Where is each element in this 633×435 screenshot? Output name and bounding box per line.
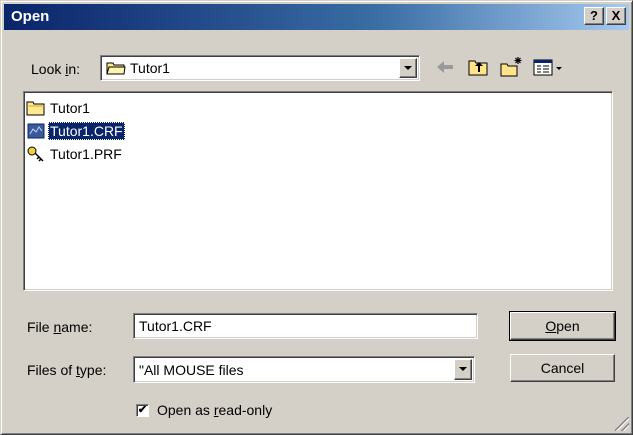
read-only-checkbox[interactable]: ✔ (136, 404, 149, 417)
file-item-label: Tutor1 (50, 100, 90, 116)
file-name-value: Tutor1.CRF (139, 318, 212, 334)
look-in-combo[interactable]: Tutor1 (100, 55, 420, 81)
file-item-tutor1-crf[interactable]: Tutor1.CRF (26, 121, 125, 141)
file-item-label: Tutor1.CRF (48, 122, 125, 140)
files-of-type-label: Files of type: (27, 362, 107, 378)
files-of-type-dropdown-button[interactable] (454, 359, 472, 380)
open-button[interactable]: Open (509, 311, 616, 341)
file-list[interactable]: Tutor1 Tutor1.CRF Tutor1.PRF (23, 91, 613, 291)
resize-grip-icon[interactable] (615, 417, 629, 431)
file-item-tutor1-folder[interactable]: Tutor1 (26, 98, 92, 118)
cancel-button[interactable]: Cancel (510, 354, 615, 382)
read-only-label[interactable]: Open as read-only (157, 402, 272, 418)
look-in-label: Look in: (31, 61, 81, 77)
look-in-dropdown-button[interactable] (399, 58, 417, 78)
folder-icon (106, 60, 126, 76)
prf-file-icon (26, 145, 46, 163)
back-arrow-icon[interactable] (433, 55, 457, 79)
up-folder-icon[interactable] (467, 55, 491, 79)
files-of-type-select[interactable]: "All MOUSE files (133, 356, 475, 383)
help-button[interactable]: ? (584, 7, 604, 25)
new-folder-icon[interactable] (499, 55, 523, 79)
crf-file-icon (26, 122, 46, 140)
folder-icon (26, 99, 46, 117)
look-in-value: Tutor1 (130, 60, 170, 76)
open-dialog: Open ? X Look in: Tutor1 Tutor1 Tutor1.C… (0, 0, 633, 435)
files-of-type-value: "All MOUSE files (139, 362, 244, 378)
close-button[interactable]: X (606, 7, 626, 25)
file-item-label: Tutor1.PRF (50, 146, 122, 162)
file-item-tutor1-prf[interactable]: Tutor1.PRF (26, 144, 124, 164)
view-menu-icon[interactable] (532, 55, 568, 79)
file-name-label: File name: (27, 319, 93, 335)
file-name-input[interactable]: Tutor1.CRF (133, 313, 478, 339)
window-title: Open (11, 8, 50, 25)
title-bar[interactable]: Open ? X (4, 4, 629, 30)
